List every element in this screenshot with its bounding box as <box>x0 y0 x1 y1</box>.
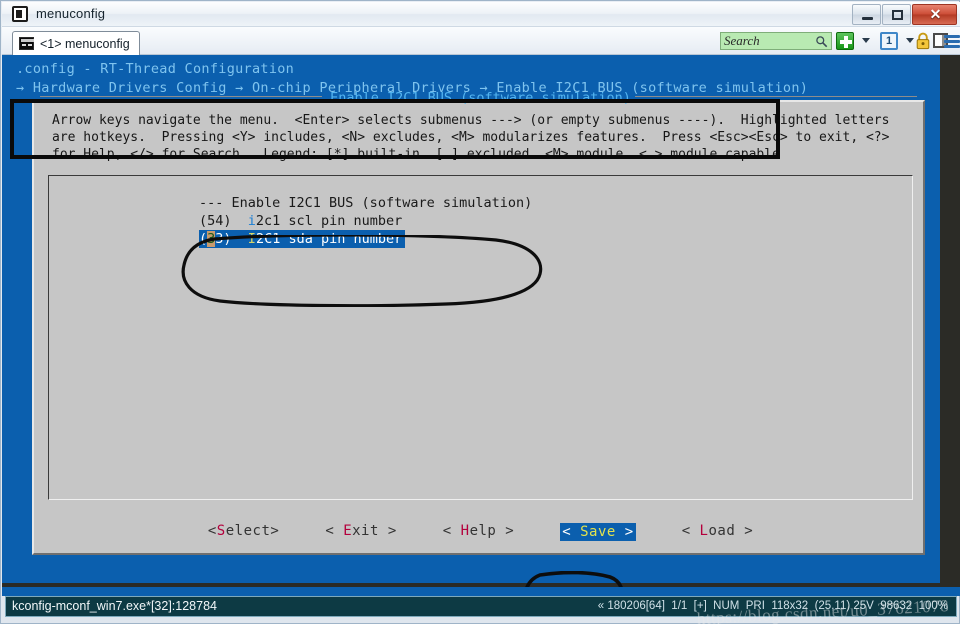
add-icon[interactable] <box>836 32 854 50</box>
config-header-line: .config - RT-Thread Configuration <box>16 61 295 77</box>
application-window: menuconfig ✕ <1> menuconfig Search 1 .co… <box>0 0 960 624</box>
window-title: menuconfig <box>36 6 106 21</box>
maximize-button[interactable] <box>882 4 911 25</box>
terminal-window-icon <box>12 6 28 22</box>
minimize-button[interactable] <box>852 4 881 25</box>
button-save[interactable]: < Save > <box>560 523 636 541</box>
list-item[interactable]: (33) I2C1 sda pin number <box>199 230 406 248</box>
search-box[interactable] <box>720 32 832 50</box>
ncurses-screen: .config - RT-Thread Configuration → Hard… <box>2 55 940 583</box>
status-process-label: kconfig-mconf_win7.exe*[32]:128784 <box>12 599 217 613</box>
list-item[interactable]: (54) i2c1 scl pin number <box>199 212 402 230</box>
console-tab-icon <box>19 37 34 50</box>
blue-strip <box>2 587 960 596</box>
button-help[interactable]: < Help > <box>443 523 514 541</box>
minimize-icon <box>862 17 873 20</box>
button-load[interactable]: < Load > <box>682 523 753 541</box>
menu-listbox[interactable]: --- Enable I2C1 BUS (software simulation… <box>48 175 913 500</box>
chevron-down-icon[interactable] <box>862 38 870 43</box>
tab-label: <1> menuconfig <box>40 36 130 51</box>
dialog-title: Enable I2C1 BUS (software simulation) <box>330 90 631 106</box>
close-icon: ✕ <box>929 6 942 22</box>
hotkey-letter: I <box>247 231 256 247</box>
session-icon[interactable]: 1 <box>880 32 898 50</box>
screenshot-root: menuconfig ✕ <1> menuconfig Search 1 .co… <box>0 0 960 624</box>
menuconfig-dialog: Enable I2C1 BUS (software simulation) Ar… <box>32 90 927 555</box>
tab-menuconfig[interactable]: <1> menuconfig <box>12 31 140 55</box>
close-button[interactable]: ✕ <box>912 4 957 25</box>
tab-toolbar: <1> menuconfig 1 <box>2 27 960 55</box>
search-input[interactable] <box>721 33 813 49</box>
lock-icon[interactable] <box>916 32 930 50</box>
window-titlebar: menuconfig ✕ <box>2 2 960 27</box>
hotkey-letter: i <box>247 213 256 229</box>
maximize-icon <box>892 10 903 20</box>
search-icon[interactable] <box>815 35 828 48</box>
dialog-button-bar: <Select> < Exit > < Help > < Save > < Load > <box>34 523 927 541</box>
status-bar: kconfig-mconf_win7.exe*[32]:128784 « 180… <box>5 596 957 624</box>
chevron-down-icon[interactable] <box>906 38 914 43</box>
menu-icon[interactable] <box>944 32 960 50</box>
button-select[interactable]: <Select> <box>208 523 279 541</box>
terminal-area: .config - RT-Thread Configuration → Hard… <box>2 55 960 595</box>
list-item[interactable]: --- Enable I2C1 BUS (software simulation… <box>199 194 532 212</box>
help-text: Arrow keys navigate the menu. <Enter> se… <box>52 113 890 162</box>
window-controls: ✕ <box>852 4 957 25</box>
button-exit[interactable]: < Exit > <box>325 523 396 541</box>
